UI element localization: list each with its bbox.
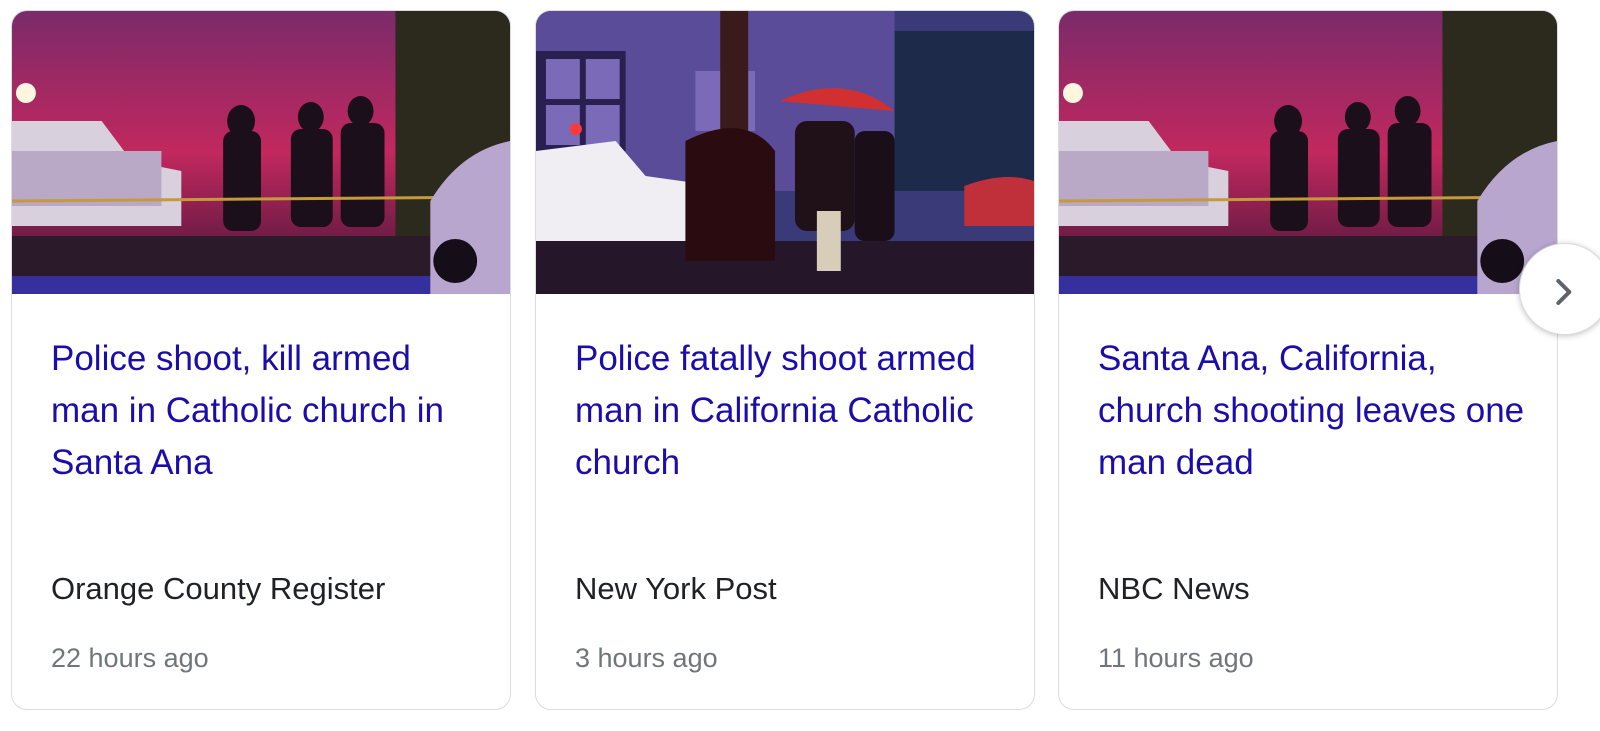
news-source: Orange County Register (51, 571, 386, 606)
news-card[interactable]: Santa Ana, California, church shooting l… (1058, 10, 1558, 710)
news-source: New York Post (575, 571, 777, 606)
news-source: NBC News (1098, 571, 1250, 606)
news-card[interactable]: Police shoot, kill armed man in Catholic… (11, 10, 511, 710)
news-headline[interactable]: Police shoot, kill armed man in Catholic… (51, 333, 481, 489)
carousel-next-button[interactable] (1519, 243, 1600, 335)
news-thumbnail (12, 11, 510, 294)
chevron-right-icon (1556, 279, 1572, 305)
news-thumbnail (1059, 11, 1557, 294)
news-timestamp: 22 hours ago (51, 643, 209, 673)
news-timestamp: 11 hours ago (1098, 643, 1254, 673)
news-carousel: Police shoot, kill armed man in Catholic… (0, 0, 1600, 731)
news-headline[interactable]: Police fatally shoot armed man in Califo… (575, 333, 1005, 489)
news-card[interactable]: Police fatally shoot armed man in Califo… (535, 10, 1035, 710)
news-headline[interactable]: Santa Ana, California, church shooting l… (1098, 333, 1528, 489)
news-timestamp: 3 hours ago (575, 643, 718, 673)
news-thumbnail (536, 11, 1034, 294)
